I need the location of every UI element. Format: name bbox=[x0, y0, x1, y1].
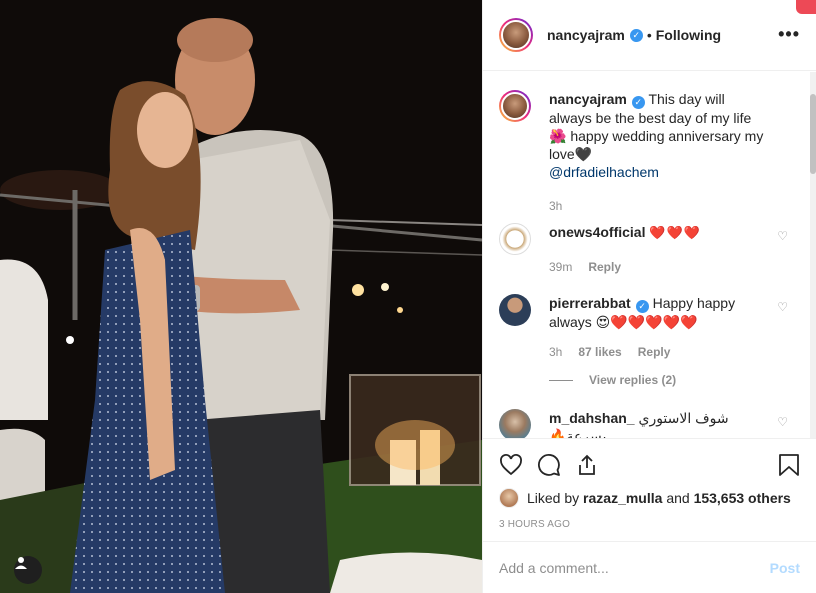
view-replies-label: View replies (2) bbox=[589, 373, 677, 387]
likes-middle: and bbox=[666, 490, 690, 506]
comments-scrollbar[interactable] bbox=[810, 72, 816, 438]
add-comment-bar: Post bbox=[483, 541, 816, 593]
liker-avatar[interactable] bbox=[499, 488, 519, 508]
comment-username[interactable]: m_dahshan_ bbox=[549, 410, 635, 426]
caption-avatar[interactable] bbox=[499, 90, 531, 122]
like-comment-heart-icon[interactable]: ♡ bbox=[777, 415, 788, 429]
likes-summary: Liked by razaz_mulla and 153,653 others bbox=[499, 488, 791, 508]
post-photo[interactable] bbox=[0, 0, 482, 593]
comment-text: ❤️❤️❤️ bbox=[649, 225, 701, 240]
commenter-avatar[interactable] bbox=[499, 294, 531, 326]
reply-button[interactable]: Reply bbox=[588, 258, 621, 276]
comment-time[interactable]: 3h bbox=[549, 343, 562, 361]
liker-username[interactable]: razaz_mulla bbox=[583, 490, 662, 506]
comment-icon[interactable] bbox=[537, 453, 561, 477]
likes-count[interactable]: 153,653 others bbox=[694, 490, 791, 506]
post-comment-button[interactable]: Post bbox=[770, 560, 800, 576]
action-bar bbox=[483, 438, 816, 490]
comment-item: onews4official ❤️❤️❤️ 39m Reply ♡ bbox=[499, 223, 800, 276]
caption-username[interactable]: nancyajram bbox=[549, 91, 627, 107]
photo-illustration bbox=[0, 0, 482, 593]
following-button[interactable]: Following bbox=[656, 27, 721, 43]
verified-icon: ✓ bbox=[629, 28, 643, 42]
likes-prefix: Liked by bbox=[527, 490, 580, 506]
author-avatar[interactable] bbox=[499, 18, 533, 52]
separator-dot: • bbox=[646, 27, 652, 43]
comment-username[interactable]: pierrerabbat bbox=[549, 295, 631, 311]
comment-item: pierrerabbat ✓ Happy happy always 😍❤️❤️❤️… bbox=[499, 294, 800, 361]
heart-icon[interactable] bbox=[499, 453, 523, 477]
comment-username[interactable]: onews4official bbox=[549, 224, 645, 240]
share-icon[interactable] bbox=[575, 453, 599, 477]
caption: nancyajram ✓ This day will always be the … bbox=[499, 90, 800, 215]
like-comment-heart-icon[interactable]: ♡ bbox=[777, 300, 788, 314]
comment-likes[interactable]: 87 likes bbox=[578, 343, 621, 361]
commenter-avatar[interactable] bbox=[499, 409, 531, 438]
caption-time[interactable]: 3h bbox=[549, 197, 562, 215]
bookmark-icon[interactable] bbox=[778, 453, 800, 477]
user-tag-icon bbox=[15, 557, 27, 569]
comment-input[interactable] bbox=[499, 559, 770, 576]
author-username[interactable]: nancyajram bbox=[547, 27, 625, 43]
user-tag-button[interactable] bbox=[14, 556, 42, 584]
verified-icon: ✓ bbox=[635, 300, 649, 313]
comment-item: m_dahshan_ شوف الاستوري بسرعة🔥 ♡ bbox=[499, 409, 800, 438]
comments-list[interactable]: nancyajram ✓ This day will always be the … bbox=[483, 72, 816, 438]
commenter-avatar[interactable] bbox=[499, 223, 531, 255]
more-options-icon[interactable]: ••• bbox=[778, 24, 800, 45]
post-timestamp[interactable]: 3 HOURS AGO bbox=[499, 519, 570, 530]
post-header: nancyajram ✓ • Following ••• bbox=[483, 0, 816, 71]
notification-badge bbox=[796, 0, 816, 14]
replies-divider bbox=[549, 379, 573, 381]
comment-time[interactable]: 39m bbox=[549, 258, 572, 276]
reply-button[interactable]: Reply bbox=[638, 343, 671, 361]
caption-mention[interactable]: @drfadielhachem bbox=[549, 163, 769, 181]
like-comment-heart-icon[interactable]: ♡ bbox=[777, 229, 788, 243]
post-panel: nancyajram ✓ • Following ••• nancyajram ✓… bbox=[482, 0, 816, 593]
view-replies-button[interactable]: View replies (2) bbox=[549, 373, 800, 387]
verified-icon: ✓ bbox=[631, 96, 645, 109]
